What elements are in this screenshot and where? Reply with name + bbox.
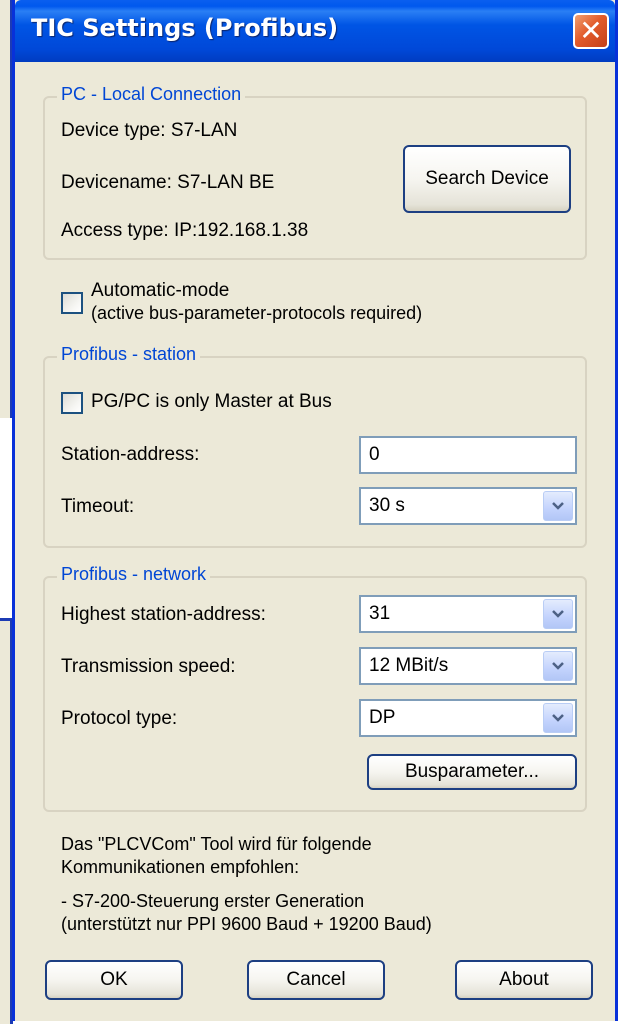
info-text-line: Das "PLCVCom" Tool wird für folgende: [61, 834, 372, 854]
automatic-mode-checkbox[interactable]: [61, 292, 83, 314]
cancel-button[interactable]: Cancel: [247, 960, 385, 1000]
title-bar[interactable]: TIC Settings (Profibus) ✕: [15, 0, 615, 62]
ok-button[interactable]: OK: [45, 960, 183, 1000]
group-legend: PC - Local Connection: [57, 84, 246, 105]
highest-station-address-select[interactable]: 31: [359, 595, 577, 633]
device-type-label: Device type: S7-LAN: [61, 120, 238, 141]
highest-station-address-label: Highest station-address:: [61, 604, 266, 625]
automatic-mode-sublabel: (active bus-parameter-protocols required…: [91, 303, 423, 323]
chevron-down-icon[interactable]: [543, 599, 573, 629]
dialog-window: TIC Settings (Profibus) ✕ PC - Local Con…: [12, 0, 618, 1021]
access-type-label: Access type: IP:192.168.1.38: [61, 220, 309, 241]
timeout-select[interactable]: 30 s: [359, 487, 577, 525]
protocol-type-value: DP: [369, 707, 396, 728]
highest-station-address-value: 31: [369, 603, 391, 624]
protocol-type-label: Protocol type:: [61, 708, 178, 729]
info-text-line: - S7-200-Steuerung erster Generation: [61, 891, 365, 911]
busparameter-button[interactable]: Busparameter...: [367, 754, 577, 790]
transmission-speed-label: Transmission speed:: [61, 656, 236, 677]
group-legend: Profibus - network: [57, 564, 211, 585]
search-device-button[interactable]: Search Device: [403, 145, 571, 213]
info-text-line: (unterstützt nur PPI 9600 Baud + 19200 B…: [61, 914, 432, 934]
chevron-down-icon[interactable]: [543, 703, 573, 733]
info-text-line: Kommunikationen empfohlen:: [61, 857, 300, 877]
chevron-down-icon[interactable]: [543, 651, 573, 681]
device-name-label: Devicename: S7-LAN BE: [61, 172, 275, 193]
chevron-down-icon[interactable]: [543, 491, 573, 521]
protocol-type-select[interactable]: DP: [359, 699, 577, 737]
automatic-mode-label: Automatic-mode: [91, 280, 230, 301]
timeout-value: 30 s: [369, 495, 405, 516]
only-master-label: PG/PC is only Master at Bus: [91, 391, 332, 412]
window-title: TIC Settings (Profibus): [31, 14, 339, 42]
station-address-input[interactable]: 0: [359, 436, 577, 474]
group-legend: Profibus - station: [57, 344, 201, 365]
close-icon: ✕: [579, 14, 603, 47]
about-button[interactable]: About: [455, 960, 593, 1000]
transmission-speed-value: 12 MBit/s: [369, 655, 449, 676]
timeout-label: Timeout:: [61, 496, 135, 517]
station-address-label: Station-address:: [61, 444, 200, 465]
transmission-speed-select[interactable]: 12 MBit/s: [359, 647, 577, 685]
only-master-checkbox[interactable]: [61, 392, 83, 414]
close-button[interactable]: ✕: [573, 13, 609, 49]
